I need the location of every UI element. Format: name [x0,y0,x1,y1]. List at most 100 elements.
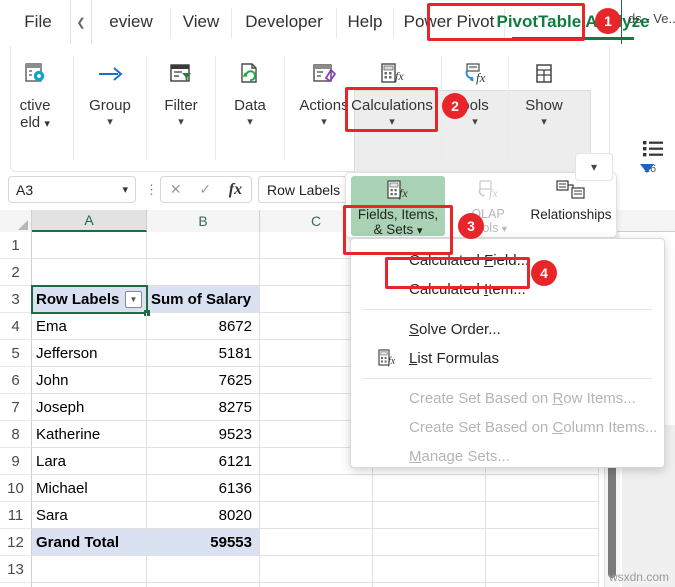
chevron-down-icon[interactable]: ▾ [472,115,478,128]
ribbon-group-show[interactable]: Show ▾ [509,46,579,170]
cell-e11[interactable] [486,502,599,529]
row-header-14[interactable]: 14 [0,583,32,587]
cell-b11[interactable]: 8020 [147,502,260,529]
row-header-10[interactable]: 10 [0,475,32,502]
chevron-down-icon[interactable]: ▾ [178,115,184,128]
tab-power-pivot[interactable]: Power Pivot [394,0,504,44]
cell-a8[interactable]: Katherine [32,421,147,448]
cell-a13[interactable] [32,556,147,583]
cell-d13[interactable] [373,556,486,583]
cancel-x-icon[interactable]: ✕ [170,181,182,198]
column-header-b[interactable]: B [147,210,260,232]
menu-item-list-formulas[interactable]: fx List Formulas [351,344,664,373]
menu-item-calculated-item[interactable]: Calculated Item... [351,275,664,304]
cell-e13[interactable] [486,556,599,583]
group-arrow-icon [95,55,125,93]
cell-c13[interactable] [260,556,373,583]
tab-view[interactable]: View [171,0,231,44]
cell-d12[interactable] [373,529,486,556]
cell-a4[interactable]: Ema [32,313,147,340]
cell-c14[interactable] [260,583,373,587]
ribbon-group-active-field[interactable]: ctive eld ▾ [0,46,71,170]
cell-e14[interactable] [486,583,599,587]
ribbon-group-label: Group [89,97,131,114]
cell-b6[interactable]: 7625 [147,367,260,394]
chevron-down-icon: ▾ [417,225,423,237]
tab-scroll-left-button[interactable]: ❮ [70,0,92,44]
cell-b5[interactable]: 5181 [147,340,260,367]
row-header-7[interactable]: 7 [0,394,32,421]
cell-b10[interactable]: 6136 [147,475,260,502]
column-header-a[interactable]: A [32,210,147,232]
cell-c11[interactable] [260,502,373,529]
check-icon[interactable]: ✓ [199,181,211,198]
row-header-4[interactable]: 4 [0,313,32,340]
cell-a2[interactable] [32,259,147,286]
cell-b1[interactable] [147,232,260,259]
cell-a6[interactable]: John [32,367,147,394]
fx-icon[interactable]: fx [229,181,242,199]
name-box[interactable]: A3 ▾ [8,176,136,203]
annotation-badge-1: 1 [595,8,621,34]
cell-b7[interactable]: 8275 [147,394,260,421]
chevron-down-icon[interactable]: ▾ [122,183,128,196]
row-header-8[interactable]: 8 [0,421,32,448]
formula-bar-handle[interactable]: ⋮ [145,182,158,198]
row-header-1[interactable]: 1 [0,232,32,259]
tab-developer[interactable]: Developer [232,0,336,44]
cell-b3-sum-of-salary[interactable]: Sum of Salary [147,286,260,313]
cell-b13[interactable] [147,556,260,583]
cell-b12-grand-total-value[interactable]: 59553 [147,529,260,556]
row-header-2[interactable]: 2 [0,259,32,286]
row-header-3[interactable]: 3 [0,286,32,313]
cell-d10[interactable] [373,475,486,502]
relationships-button[interactable]: Relationships [528,176,614,236]
ribbon-group-data[interactable]: Data ▾ [216,46,284,170]
ribbon-group-filter[interactable]: Filter ▾ [147,46,215,170]
chevron-down-icon[interactable]: ▾ [321,115,327,128]
chevron-down-icon[interactable]: ▾ [389,115,395,128]
fields-items-and-sets-button[interactable]: fx Fields, Items, & Sets ▾ [351,176,445,237]
ribbon-group-group[interactable]: Group ▾ [74,46,146,170]
chevron-down-icon[interactable]: ▾ [541,115,547,128]
cell-b9[interactable]: 6121 [147,448,260,475]
cell-b4[interactable]: 8672 [147,313,260,340]
chevron-down-icon[interactable]: ▾ [247,115,253,128]
cell-a11[interactable]: Sara [32,502,147,529]
row-header-13[interactable]: 13 [0,556,32,583]
menu-item-calculated-field[interactable]: Calculated Field... [351,246,664,275]
cell-a12-grand-total[interactable]: Grand Total [32,529,147,556]
cell-a7[interactable]: Joseph [32,394,147,421]
cell-e12[interactable] [486,529,599,556]
tab-file[interactable]: File [10,0,66,44]
row-header-6[interactable]: 6 [0,367,32,394]
cell-b14[interactable] [147,583,260,587]
cell-c12[interactable] [260,529,373,556]
cell-a14[interactable] [32,583,147,587]
list-bullets-icon[interactable] [643,140,665,163]
row-header-5[interactable]: 5 [0,340,32,367]
row-header-12[interactable]: 12 [0,529,32,556]
cell-a1[interactable] [32,232,147,259]
menu-item-solve-order[interactable]: Solve Order... [351,315,664,344]
cell-a9[interactable]: Lara [32,448,147,475]
ribbon-group-calculations[interactable]: fx Calculations ▾ [344,46,440,170]
cell-e10[interactable] [486,475,599,502]
row-header-9[interactable]: 9 [0,448,32,475]
cell-a5[interactable]: Jefferson [32,340,147,367]
select-all-corner[interactable] [0,210,32,232]
tab-help[interactable]: Help [337,0,393,44]
filter-dropdown-icon[interactable]: ▼ [125,291,142,308]
cell-b2[interactable] [147,259,260,286]
cell-a10[interactable]: Michael [32,475,147,502]
cell-b8[interactable]: 9523 [147,421,260,448]
cell-c10[interactable] [260,475,373,502]
cell-d11[interactable] [373,502,486,529]
column-label: A [84,212,94,228]
cell-d14[interactable] [373,583,486,587]
row-header-11[interactable]: 11 [0,502,32,529]
tab-review[interactable]: eview [92,0,170,44]
relationships-icon [555,180,587,207]
ribbon-overflow-chevron[interactable]: ▾ [575,153,613,181]
chevron-down-icon[interactable]: ▾ [107,115,113,128]
